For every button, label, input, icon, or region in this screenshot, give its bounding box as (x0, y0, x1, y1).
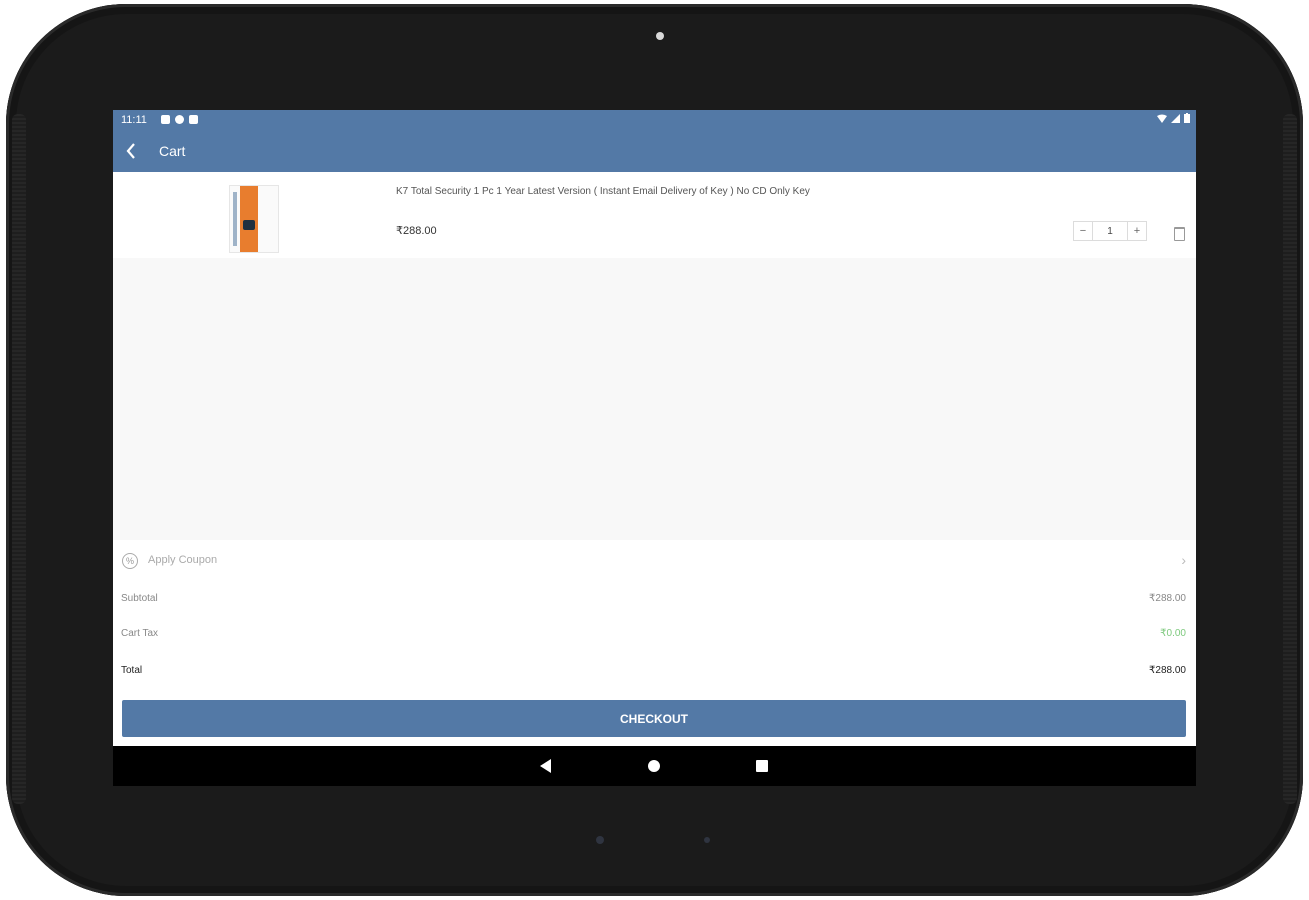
total-row: Total ₹288.00 (113, 662, 1196, 682)
thumbnail-art (243, 220, 255, 230)
thumbnail-art (240, 186, 258, 252)
checkout-button[interactable]: CHECKOUT (122, 700, 1186, 737)
total-value: ₹288.00 (1149, 665, 1186, 676)
device-screen: 11:11 Cart K7 Total Security 1 Pc 1 Year… (113, 110, 1196, 786)
product-name[interactable]: K7 Total Security 1 Pc 1 Year Latest Ver… (396, 186, 810, 197)
apply-coupon-row[interactable]: % Apply Coupon › (113, 540, 1196, 582)
subtotal-label: Subtotal (121, 593, 158, 604)
nav-recents-icon[interactable] (756, 760, 768, 772)
cart-item: K7 Total Security 1 Pc 1 Year Latest Ver… (113, 172, 1196, 258)
subtotal-row: Subtotal ₹288.00 (113, 590, 1196, 610)
quantity-value[interactable]: 1 (1093, 221, 1127, 241)
quantity-stepper: − 1 + (1073, 221, 1147, 241)
notification-icon (161, 115, 170, 124)
thumbnail-art (233, 192, 237, 246)
trash-icon[interactable] (1174, 227, 1185, 241)
right-speaker-grille (1283, 114, 1297, 804)
tax-value: ₹0.00 (1160, 628, 1186, 639)
app-bar: Cart (113, 132, 1196, 172)
tax-label: Cart Tax (121, 628, 159, 639)
status-right-icons (1157, 113, 1190, 123)
battery-icon (1184, 113, 1190, 123)
nav-home-icon[interactable] (648, 760, 660, 772)
status-time: 11:11 (121, 114, 147, 126)
increase-quantity-button[interactable]: + (1127, 221, 1147, 241)
product-thumbnail[interactable] (229, 185, 279, 253)
left-speaker-grille (12, 114, 26, 804)
clipboard-icon (189, 115, 198, 124)
nav-back-icon[interactable] (540, 759, 551, 773)
tax-row: Cart Tax ₹0.00 (113, 625, 1196, 645)
percent-icon: % (122, 553, 138, 569)
signal-icon (1171, 113, 1180, 123)
chevron-right-icon: › (1181, 552, 1186, 568)
sensor-dot (704, 837, 710, 843)
total-label: Total (121, 665, 143, 676)
wifi-icon (1157, 114, 1167, 123)
product-price: ₹288.00 (396, 225, 437, 237)
chevron-left-icon (126, 143, 135, 159)
page-title: Cart (159, 143, 186, 159)
front-camera (656, 32, 664, 40)
cart-empty-space (113, 258, 1196, 540)
decrease-quantity-button[interactable]: − (1073, 221, 1093, 241)
back-button[interactable] (125, 141, 137, 165)
sensor-dot (596, 836, 604, 844)
notification-icon (175, 115, 184, 124)
apply-coupon-label: Apply Coupon (148, 554, 218, 566)
system-nav-bar (113, 746, 1196, 786)
status-bar: 11:11 (113, 110, 1196, 132)
subtotal-value: ₹288.00 (1149, 593, 1186, 604)
